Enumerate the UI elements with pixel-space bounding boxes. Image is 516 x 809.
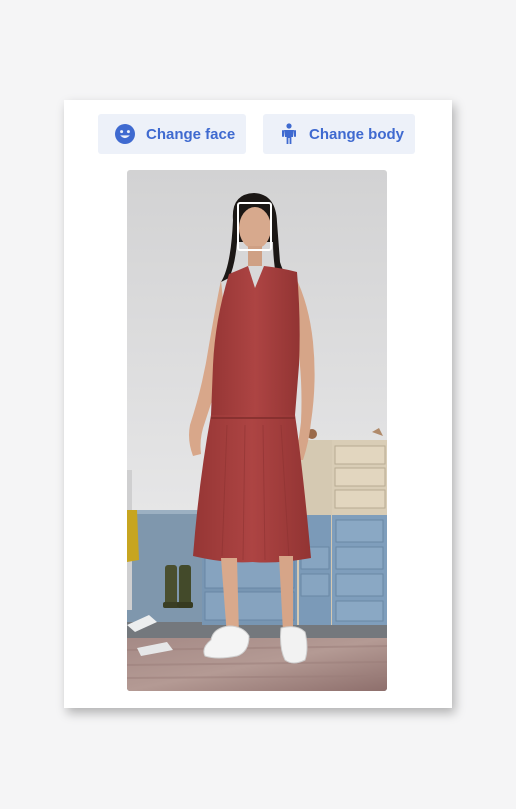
change-body-button[interactable]: Change body <box>263 114 415 154</box>
tryon-card: Change face Change body <box>64 100 452 708</box>
face-selection-box[interactable] <box>237 202 272 251</box>
smiley-face-icon <box>114 123 136 145</box>
change-body-label: Change body <box>309 125 405 143</box>
person-figure-icon <box>281 123 297 145</box>
change-face-button[interactable]: Change face <box>98 114 246 154</box>
model-preview-image <box>127 170 387 691</box>
change-face-label: Change face <box>146 125 236 143</box>
